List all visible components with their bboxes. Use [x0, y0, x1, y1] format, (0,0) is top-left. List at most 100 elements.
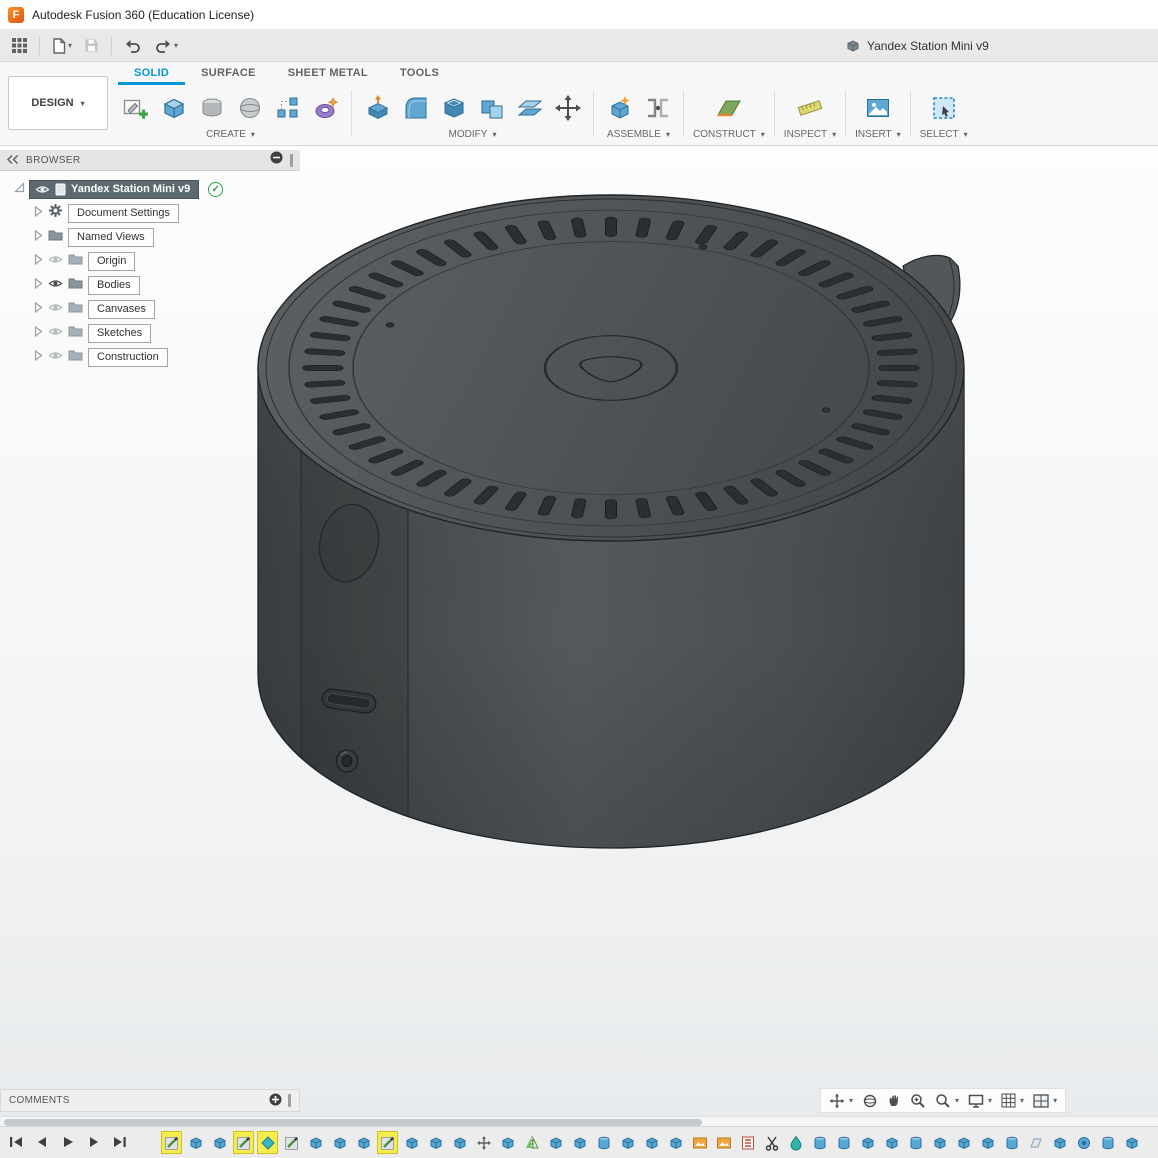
timeline-feature-sketch[interactable] — [377, 1131, 398, 1154]
timeline-feature-extrude[interactable] — [882, 1132, 901, 1153]
eye-off-icon[interactable] — [48, 252, 63, 270]
browser-minimize-icon[interactable] — [270, 151, 283, 169]
timeline-feature-extrude[interactable] — [210, 1132, 229, 1153]
construct-menu[interactable]: CONSTRUCT ▾ — [693, 129, 765, 140]
node-label[interactable]: Named Views — [68, 227, 154, 247]
tab-solid[interactable]: SOLID — [118, 63, 186, 85]
tree-row-bodies[interactable]: Bodies — [0, 273, 300, 297]
viewports-icon[interactable]: ▾ — [1029, 1090, 1061, 1111]
joint-icon[interactable] — [641, 89, 674, 127]
insert-canvas-icon[interactable] — [861, 89, 894, 127]
tree-row-origin[interactable]: Origin — [0, 249, 300, 273]
document-tab[interactable]: Yandex Station Mini v9 — [846, 30, 989, 62]
tree-row-construction[interactable]: Construction — [0, 345, 300, 369]
timeline-feature-extrude[interactable] — [642, 1132, 661, 1153]
timeline-feature-extrude[interactable] — [354, 1132, 373, 1153]
timeline-feature-revolve[interactable] — [810, 1132, 829, 1153]
speaker-model[interactable] — [257, 194, 965, 849]
timeline-feature-split[interactable] — [762, 1132, 781, 1153]
timeline-feature-extrude[interactable] — [450, 1132, 469, 1153]
modify-menu[interactable]: MODIFY ▾ — [449, 129, 497, 140]
select-menu[interactable]: SELECT ▾ — [920, 129, 968, 140]
timeline-feature-extrude[interactable] — [1122, 1132, 1141, 1153]
measure-icon[interactable] — [793, 89, 826, 127]
create-menu[interactable]: CREATE ▾ — [206, 129, 255, 140]
tab-tools[interactable]: TOOLS — [384, 63, 455, 85]
timeline-feature-plane[interactable] — [1026, 1132, 1045, 1153]
expand-arrow-icon[interactable] — [34, 324, 43, 342]
panel-drag-handle[interactable] — [290, 153, 293, 167]
step-forward-icon[interactable] — [86, 1134, 102, 1150]
node-label[interactable]: Bodies — [88, 275, 140, 295]
expand-arrow-icon[interactable] — [34, 300, 43, 318]
construction-plane-icon[interactable] — [712, 89, 745, 127]
timeline-feature-decal[interactable] — [738, 1132, 757, 1153]
tab-surface[interactable]: SURFACE — [185, 63, 272, 85]
assemble-menu[interactable]: ASSEMBLE ▾ — [607, 129, 670, 140]
eye-on-icon[interactable] — [48, 276, 63, 294]
scrollbar-thumb[interactable] — [4, 1118, 702, 1126]
pattern-icon[interactable] — [271, 89, 304, 127]
timeline-feature-revolve[interactable] — [594, 1132, 613, 1153]
timeline-feature-revolve[interactable] — [1098, 1132, 1117, 1153]
timeline-feature-sketch[interactable] — [161, 1131, 182, 1154]
tree-row-document-settings[interactable]: Document Settings — [0, 201, 300, 225]
timeline-feature-extrude[interactable] — [498, 1132, 517, 1153]
tree-row-named-views[interactable]: Named Views — [0, 225, 300, 249]
display-settings-icon[interactable]: ▾ — [964, 1090, 996, 1111]
timeline-feature-extrude[interactable] — [858, 1132, 877, 1153]
timeline-feature-extrude[interactable] — [306, 1132, 325, 1153]
eye-off-icon[interactable] — [48, 324, 63, 342]
node-label[interactable]: Sketches — [88, 323, 152, 343]
eye-off-icon[interactable] — [48, 348, 63, 366]
tree-root-row[interactable]: Yandex Station Mini v9 ✓ — [0, 177, 300, 201]
undo-icon[interactable] — [121, 34, 145, 58]
tab-sheet-metal[interactable]: SHEET METAL — [272, 63, 384, 85]
timeline-feature-primitive[interactable] — [257, 1131, 278, 1154]
press-pull-icon[interactable] — [361, 89, 394, 127]
timeline-feature-sketch[interactable] — [282, 1132, 301, 1153]
go-to-start-icon[interactable] — [8, 1134, 24, 1150]
panel-drag-handle[interactable] — [288, 1094, 291, 1107]
play-icon[interactable] — [60, 1134, 76, 1150]
tree-row-canvases[interactable]: Canvases — [0, 297, 300, 321]
timeline-feature-extrude[interactable] — [1050, 1132, 1069, 1153]
insert-menu[interactable]: INSERT ▾ — [855, 129, 901, 140]
zoom-window-icon[interactable]: ▾ — [931, 1090, 963, 1111]
timeline-feature-canvas[interactable] — [714, 1132, 733, 1153]
timeline-feature-extrude[interactable] — [954, 1132, 973, 1153]
offset-face-icon[interactable] — [513, 89, 546, 127]
step-back-icon[interactable] — [34, 1134, 50, 1150]
go-to-end-icon[interactable] — [112, 1134, 128, 1150]
shell-icon[interactable] — [437, 89, 470, 127]
timeline-feature-extrude[interactable] — [426, 1132, 445, 1153]
horizontal-scrollbar[interactable] — [0, 1116, 1158, 1126]
extrude-box-icon[interactable] — [157, 89, 190, 127]
timeline-feature-extrude[interactable] — [978, 1132, 997, 1153]
timeline-feature-extrude[interactable] — [186, 1132, 205, 1153]
timeline-feature-canvas[interactable] — [690, 1132, 709, 1153]
timeline-feature-mirror[interactable] — [522, 1132, 541, 1153]
timeline-feature-extrude[interactable] — [930, 1132, 949, 1153]
zoom-icon[interactable] — [906, 1090, 930, 1111]
expand-arrow-icon[interactable] — [34, 228, 43, 246]
tree-row-sketches[interactable]: Sketches — [0, 321, 300, 345]
timeline-feature-extrude[interactable] — [570, 1132, 589, 1153]
timeline-feature-hole[interactable] — [1074, 1132, 1093, 1153]
timeline-feature-sketch[interactable] — [233, 1131, 254, 1154]
fillet-icon[interactable] — [399, 89, 432, 127]
timeline-feature-move[interactable] — [474, 1132, 493, 1153]
revolve-icon[interactable] — [233, 89, 266, 127]
expand-arrow-icon[interactable] — [34, 276, 43, 294]
timeline-feature-extrude[interactable] — [666, 1132, 685, 1153]
fit-view-icon[interactable]: ▾ — [825, 1090, 857, 1111]
timeline-feature-extrude[interactable] — [618, 1132, 637, 1153]
eye-icon[interactable] — [35, 184, 50, 195]
grid-settings-icon[interactable]: ▾ — [997, 1090, 1028, 1111]
node-label[interactable]: Canvases — [88, 299, 155, 319]
file-menu-icon[interactable]: ▾ — [49, 34, 75, 58]
new-component-icon[interactable] — [603, 89, 636, 127]
timeline-feature-extrude[interactable] — [402, 1132, 421, 1153]
pan-icon[interactable] — [883, 1090, 905, 1111]
move-icon[interactable] — [551, 89, 584, 127]
